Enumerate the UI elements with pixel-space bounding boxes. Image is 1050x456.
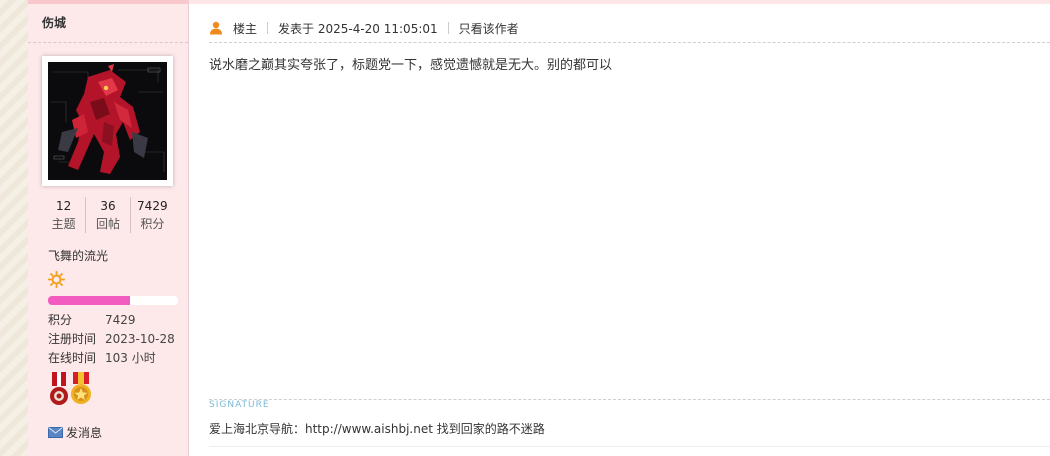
user-icon	[210, 21, 222, 35]
stat-threads-count: 12	[56, 199, 72, 213]
info-key: 注册时间	[48, 332, 97, 346]
send-message-label: 发消息	[66, 426, 103, 440]
author-sidebar: 伤城 12 主题 36 回帖 7429 积分 飞舞的流光 积分 7429 注册时…	[28, 0, 189, 456]
signature-divider	[209, 399, 1050, 400]
info-row-points: 积分 7429	[48, 311, 175, 330]
avatar[interactable]	[42, 56, 173, 186]
post-timestamp: 发表于 2025-4-20 11:05:01	[278, 21, 438, 36]
medal-list	[48, 372, 92, 408]
medal-red-icon[interactable]	[48, 372, 70, 408]
author-name[interactable]: 伤城	[28, 4, 188, 43]
avatar-image	[48, 62, 167, 180]
header-divider	[267, 22, 269, 34]
author-info: 积分 7429 注册时间 2023-10-28 在线时间 103 小时	[48, 311, 175, 368]
floor-label: 楼主	[233, 21, 258, 36]
post-bottom-divider	[209, 446, 1050, 447]
stat-replies-count: 36	[100, 199, 116, 213]
signature-label: SIGNATURE	[209, 400, 270, 410]
info-value: 2023-10-28	[105, 332, 175, 346]
stat-replies[interactable]: 36 回帖	[86, 197, 131, 233]
medal-gold-icon[interactable]	[70, 372, 92, 408]
stat-threads[interactable]: 12 主题	[42, 197, 87, 233]
stat-replies-label: 回帖	[95, 217, 120, 231]
envelope-icon	[48, 427, 63, 438]
level-progress-fill	[48, 296, 130, 305]
info-value: 103 小时	[105, 351, 156, 365]
info-row-online-time: 在线时间 103 小时	[48, 349, 175, 368]
user-group-name[interactable]: 飞舞的流光	[48, 247, 108, 264]
info-value: 7429	[105, 313, 136, 327]
stat-points-label: 积分	[140, 217, 165, 231]
info-row-registered: 注册时间 2023-10-28	[48, 330, 175, 349]
header-divider-line	[209, 42, 1050, 43]
only-author-link[interactable]: 只看该作者	[459, 20, 519, 37]
forum-post: 伤城 12 主题 36 回帖 7429 积分 飞舞的流光 积分 7429 注册时…	[28, 0, 1050, 456]
level-progress-bar	[48, 296, 178, 305]
info-key: 积分	[48, 313, 73, 327]
post-header: 楼主 发表于 2025-4-20 11:05:01 只看该作者	[209, 14, 1050, 42]
stat-points[interactable]: 7429 积分	[131, 197, 174, 233]
info-key: 在线时间	[48, 351, 97, 365]
stat-threads-label: 主题	[51, 217, 76, 231]
send-message-button[interactable]: 发消息	[48, 424, 102, 441]
post-content-area: 楼主 发表于 2025-4-20 11:05:01 只看该作者 说水磨之巅其实夸…	[189, 0, 1050, 456]
header-divider	[447, 22, 449, 34]
mecha-illustration	[48, 62, 167, 180]
signature-text[interactable]: 爱上海北京导航：http://www.aishbj.net 找到回家的路不迷路	[209, 420, 545, 437]
author-stats: 12 主题 36 回帖 7429 积分	[42, 197, 174, 233]
post-body: 说水磨之巅其实夸张了，标题党一下，感觉遗憾就是无大。别的都可以	[209, 58, 613, 73]
stat-points-count: 7429	[137, 199, 168, 213]
sun-level-icon	[48, 271, 65, 288]
page-background	[0, 0, 28, 456]
